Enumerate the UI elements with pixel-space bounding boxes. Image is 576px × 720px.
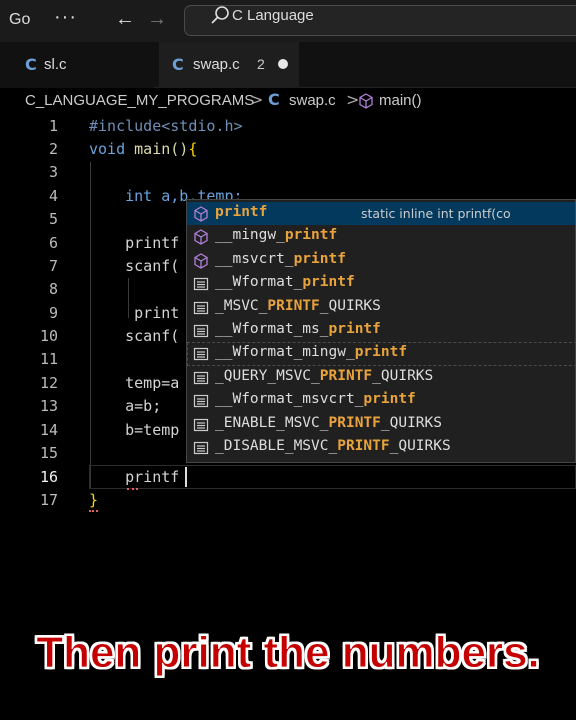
text-icon (193, 395, 209, 408)
suggest-item-label: __Wformat_mingw_printf (215, 344, 408, 361)
line-number: 6 (48, 234, 58, 252)
code-line: scanf( (89, 257, 180, 275)
line-number: 13 (39, 397, 58, 415)
suggest-item[interactable]: __Wformat_mingw_printf (187, 342, 575, 366)
suggest-item[interactable]: _QUERY_MSVC_PRINTF_QUIRKS (187, 366, 575, 389)
breadcrumb: C_LANGUAGE_MY_PROGRAMS > C swap.c > main… (0, 88, 576, 114)
text-icon (193, 348, 209, 361)
tab-swap-c[interactable]: C swap.c 2 (159, 42, 299, 88)
line-number: 10 (39, 327, 58, 345)
autocomplete-suggest-widget: printf static inline int printf(co __mingw… (186, 199, 576, 463)
line-number: 5 (48, 210, 58, 228)
suggest-item[interactable]: __Wformat_msvcrt_printf (187, 389, 575, 412)
breadcrumb-function[interactable]: main() (379, 92, 422, 109)
line-number-active: 16 (39, 468, 58, 486)
menu-go[interactable]: Go (9, 11, 30, 29)
suggest-item-label: _DISABLE_MSVC_PRINTF_QUIRKS (215, 438, 451, 454)
unsaved-dot-icon[interactable] (278, 59, 288, 69)
suggest-item[interactable]: printf static inline int printf(co (187, 202, 575, 226)
error-squiggle (89, 510, 98, 512)
more-menu-icon[interactable]: ··· (54, 6, 77, 29)
text-icon (193, 301, 209, 314)
suggest-item[interactable]: __mingw_printf (187, 225, 575, 248)
search-icon (211, 6, 229, 24)
c-file-icon: C (268, 90, 280, 109)
suggest-item-label: printf (215, 204, 268, 220)
chevron-right-icon: > (250, 90, 264, 109)
suggest-item[interactable]: __Wformat_printf (187, 272, 575, 295)
code-line-current: printf (89, 468, 180, 486)
suggest-item[interactable]: _DISABLE_MSVC_PRINTF_QUIRKS (187, 436, 575, 459)
breadcrumb-file[interactable]: swap.c (289, 92, 336, 109)
suggest-item-detail: static inline int printf(co (361, 206, 511, 221)
code-brace: { (188, 140, 198, 158)
indent-guide (90, 162, 91, 488)
line-number: 11 (39, 350, 58, 368)
tab-sl-c[interactable]: C sl.c (0, 42, 154, 88)
cube-icon (194, 229, 208, 246)
title-bar: Go ··· ← → C Language (0, 0, 576, 42)
code-line: print (89, 304, 180, 322)
code-line: void main(){ (89, 140, 197, 158)
code-line: } (89, 491, 99, 509)
line-number: 7 (48, 257, 58, 275)
text-icon (193, 278, 209, 291)
editor-tab-bar: C sl.c C swap.c 2 (0, 42, 576, 88)
text-icon (193, 371, 209, 384)
c-file-icon: C (25, 55, 37, 74)
error-squiggle (127, 487, 138, 490)
forward-arrow-icon[interactable]: → (147, 8, 167, 31)
code-line: a=b; (89, 397, 162, 415)
breadcrumb-folder[interactable]: C_LANGUAGE_MY_PROGRAMS (25, 92, 254, 109)
code-line: #include<stdio.h> (89, 117, 243, 135)
suggest-item-label: __Wformat_ms_printf (215, 321, 381, 337)
suggest-item-label: _ENABLE_MSVC_PRINTF_QUIRKS (215, 414, 442, 431)
line-number: 12 (39, 374, 58, 392)
line-number: 15 (39, 444, 58, 462)
back-arrow-icon[interactable]: ← (115, 8, 135, 31)
text-icon (193, 418, 209, 431)
line-number: 2 (48, 140, 58, 158)
cube-icon (194, 206, 208, 222)
line-number: 4 (48, 187, 58, 205)
suggest-item[interactable]: __Wformat_ms_printf (187, 319, 575, 342)
text-icon (193, 441, 209, 455)
c-file-icon: C (172, 55, 184, 74)
code-line: temp=a (89, 374, 180, 392)
code-function: main() (125, 140, 189, 158)
line-number: 17 (39, 491, 58, 509)
code-keyword: void (89, 140, 126, 158)
problems-count-badge: 2 (257, 56, 265, 72)
suggest-item-label: __Wformat_printf (215, 274, 355, 291)
line-number: 3 (48, 163, 58, 181)
suggest-item[interactable]: _MSVC_PRINTF_QUIRKS (187, 296, 575, 319)
suggest-item-label: __Wformat_msvcrt_printf (215, 391, 416, 408)
tab-label: swap.c (193, 56, 240, 73)
suggest-item[interactable]: _ENABLE_MSVC_PRINTF_QUIRKS (187, 413, 575, 436)
suggest-item-label: _MSVC_PRINTF_QUIRKS (215, 297, 381, 314)
cube-icon (194, 253, 208, 269)
code-line: b=temp (89, 421, 180, 439)
suggest-item-label: _QUERY_MSVC_PRINTF_QUIRKS (215, 367, 434, 384)
video-caption: Then print the numbers. (36, 628, 541, 678)
text-icon (193, 324, 209, 338)
line-number: 14 (39, 421, 58, 439)
suggest-item-label: __mingw_printf (215, 227, 338, 244)
suggest-item-label: __msvcrt_printf (215, 250, 346, 267)
code-line: printf (89, 234, 180, 252)
line-number: 8 (48, 280, 58, 298)
tab-label: sl.c (44, 56, 67, 73)
text-cursor (185, 467, 187, 487)
line-number: 1 (48, 117, 58, 135)
suggest-item[interactable]: __msvcrt_printf (187, 249, 575, 272)
line-number: 9 (48, 304, 58, 322)
code-line: scanf( (89, 327, 180, 345)
function-cube-icon (359, 93, 373, 109)
command-center-label: C Language (232, 7, 314, 24)
